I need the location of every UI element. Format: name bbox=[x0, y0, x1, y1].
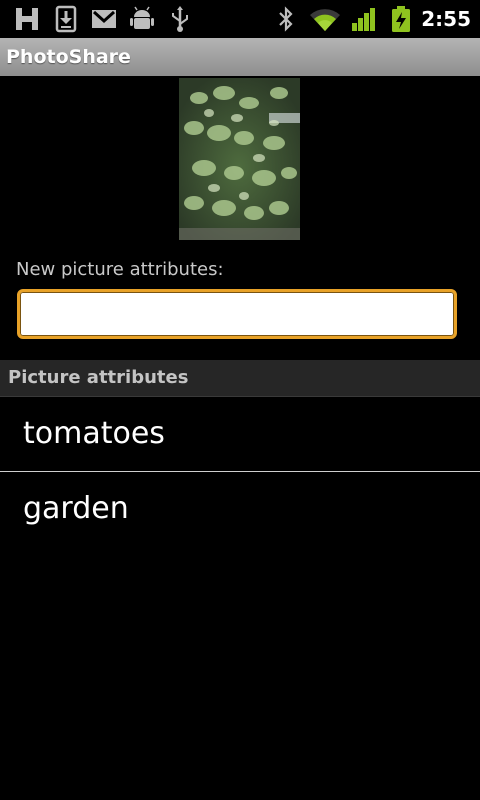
download-icon bbox=[55, 5, 77, 33]
section-header-label: Picture attributes bbox=[8, 367, 189, 388]
wifi-icon bbox=[310, 9, 340, 31]
clock-time: 2:55 bbox=[421, 7, 471, 31]
signal-icon bbox=[352, 8, 375, 31]
app-title: PhotoShare bbox=[6, 46, 131, 68]
gmail-icon bbox=[92, 10, 116, 28]
picture-attributes-header: Picture attributes bbox=[0, 360, 480, 397]
battery-icon bbox=[392, 6, 410, 32]
picture-thumbnail[interactable] bbox=[179, 78, 300, 240]
h-network-icon bbox=[16, 8, 38, 30]
android-debug-icon bbox=[130, 6, 154, 29]
list-item-label: garden bbox=[23, 491, 129, 526]
plant-photo-image bbox=[179, 78, 300, 240]
new-attributes-label: New picture attributes: bbox=[16, 259, 224, 280]
usb-icon bbox=[172, 6, 188, 32]
title-bar: PhotoShare bbox=[0, 38, 480, 76]
new-attributes-input[interactable] bbox=[17, 289, 457, 339]
list-item-label: tomatoes bbox=[23, 416, 165, 451]
status-bar: 2:55 bbox=[0, 0, 480, 38]
list-item[interactable]: tomatoes bbox=[0, 397, 480, 471]
list-item[interactable]: garden bbox=[0, 472, 480, 546]
bluetooth-icon bbox=[279, 6, 293, 32]
